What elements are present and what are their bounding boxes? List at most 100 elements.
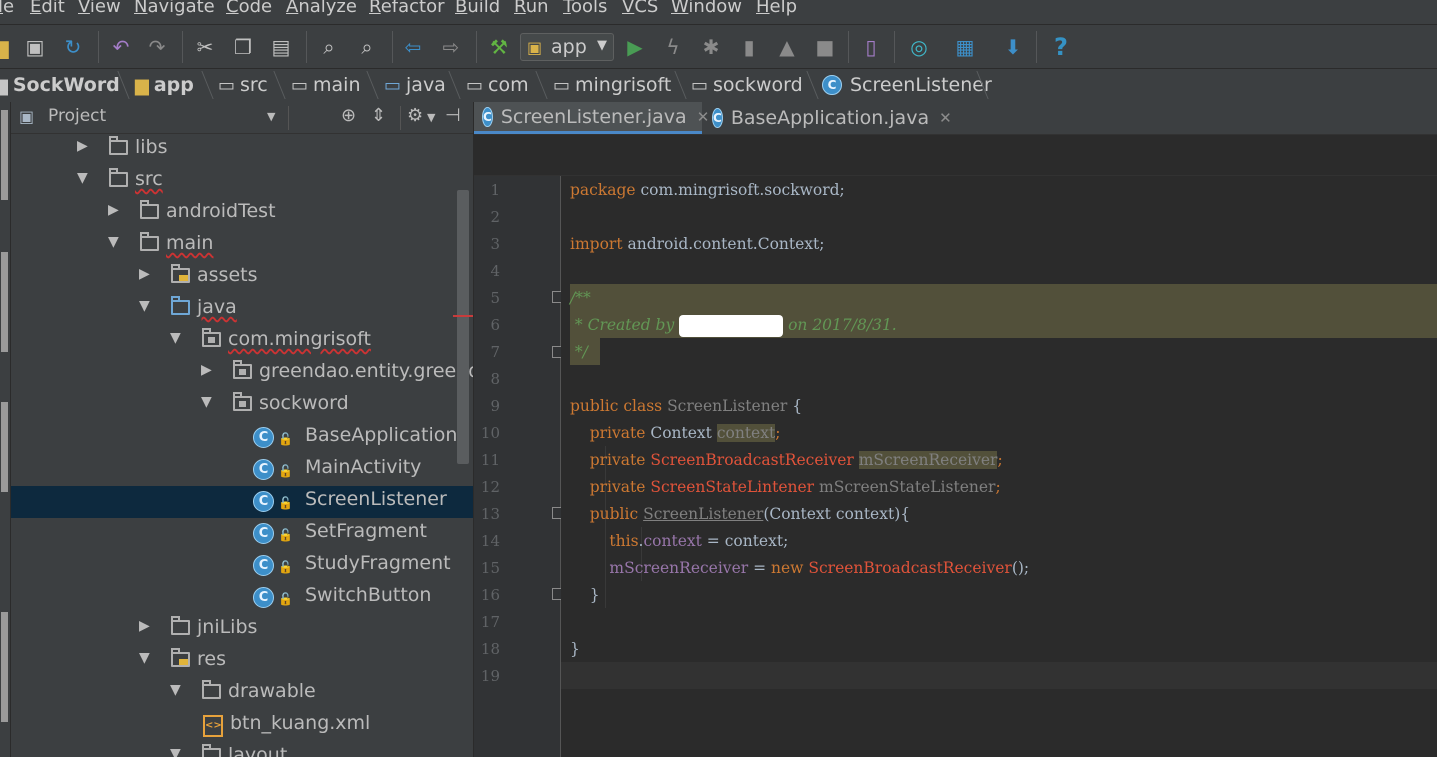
tree-item[interactable]: ▼ layout — [11, 742, 473, 757]
menu-vcs[interactable]: VCS — [622, 0, 658, 17]
collapse-arrow-icon[interactable]: ▶ — [139, 266, 150, 282]
favorites-tool-button[interactable] — [1, 612, 8, 722]
breadcrumb-item-project[interactable]: ▆ SockWord — [0, 73, 120, 97]
tree-item[interactable]: ▶ libs — [11, 134, 473, 166]
attach-debugger-icon[interactable]: ▲ — [774, 34, 800, 60]
gear-icon[interactable]: ⚙ — [407, 105, 423, 126]
tree-item[interactable]: C 🔓 ScreenListener — [11, 486, 473, 518]
debug-icon[interactable]: ✱ — [698, 34, 724, 60]
expand-arrow-icon[interactable]: ▼ — [201, 394, 212, 410]
run-icon[interactable]: ▶ — [622, 34, 648, 60]
expand-arrow-icon[interactable]: ▼ — [170, 330, 181, 346]
breadcrumb-item-com[interactable]: ▭ com — [466, 73, 529, 97]
tree-item-label: SwitchButton — [305, 584, 432, 606]
collapse-arrow-icon[interactable]: ▶ — [201, 362, 212, 378]
tree-item[interactable]: ▼ main — [11, 230, 473, 262]
tree-item[interactable]: C 🔓 SetFragment — [11, 518, 473, 550]
tree-item[interactable]: ▼ src — [11, 166, 473, 198]
menu-code[interactable]: Code — [226, 0, 272, 17]
menu-edit[interactable]: Edit — [30, 0, 65, 17]
tree-item-label: res — [197, 648, 226, 670]
tree-item[interactable]: ▶ jniLibs — [11, 614, 473, 646]
project-tool-button[interactable] — [1, 110, 8, 200]
scroll-from-source-icon[interactable]: ⊕ — [341, 105, 356, 126]
copy-icon[interactable]: ❐ — [230, 34, 256, 60]
tree-item[interactable]: ▼ drawable — [11, 678, 473, 710]
apply-changes-icon[interactable]: ϟ — [660, 34, 686, 60]
expand-arrow-icon[interactable]: ▼ — [170, 682, 181, 698]
tab-baseapplication[interactable]: C BaseApplication.java ✕ — [704, 102, 952, 134]
find-icon[interactable]: ⌕ — [316, 34, 342, 60]
tree-item[interactable]: ▼ res — [11, 646, 473, 678]
expand-arrow-icon[interactable]: ▼ — [139, 298, 150, 314]
tree-scrollbar[interactable] — [457, 190, 469, 464]
collapse-arrow-icon[interactable]: ▶ — [108, 202, 119, 218]
breadcrumb-item-src[interactable]: ▭ src — [218, 73, 268, 97]
menu-run[interactable]: Run — [514, 0, 549, 17]
tree-item[interactable]: ▼ com.mingrisoft — [11, 326, 473, 358]
tree-item[interactable]: C 🔓 StudyFragment — [11, 550, 473, 582]
forward-icon[interactable]: ⇨ — [438, 34, 464, 60]
run-configuration-select[interactable]: ▣ app ▼ — [520, 33, 614, 61]
menu-build[interactable]: Build — [455, 0, 500, 17]
tree-item[interactable]: ▶ androidTest — [11, 198, 473, 230]
project-view-title[interactable]: Project — [48, 106, 106, 126]
cut-icon[interactable]: ✂ — [192, 34, 218, 60]
collapse-all-icon[interactable]: ⇕ — [371, 105, 386, 126]
paste-icon[interactable]: ▤ — [268, 34, 294, 60]
project-view-icon: ▣ — [19, 107, 35, 126]
sync-gradle-icon[interactable]: ◎ — [906, 34, 932, 60]
code-editor[interactable]: package com.mingrisoft.sockword; import … — [561, 176, 1437, 757]
hide-panel-icon[interactable]: ⊣ — [445, 105, 461, 126]
tree-item-label: libs — [135, 136, 168, 158]
profile-icon[interactable]: ▮ — [736, 34, 762, 60]
tree-item[interactable]: ▼ java — [11, 294, 473, 326]
tree-item[interactable]: <> btn_kuang.xml — [11, 710, 473, 742]
avd-manager-icon[interactable]: ▯ — [858, 34, 884, 60]
stop-icon[interactable]: ■ — [812, 34, 838, 60]
sdk-manager-icon[interactable]: ⬇ — [1000, 34, 1026, 60]
folder-icon — [140, 200, 159, 219]
save-icon[interactable]: ▣ — [22, 34, 48, 60]
expand-arrow-icon[interactable]: ▼ — [77, 170, 88, 186]
breadcrumb-item-main[interactable]: ▭ main — [291, 73, 361, 97]
expand-arrow-icon[interactable]: ▼ — [170, 746, 181, 757]
breadcrumb-item-sockword[interactable]: ▭ sockword — [691, 73, 803, 97]
replace-icon[interactable]: ⌕ — [354, 34, 380, 60]
breadcrumb-item-mingrisoft[interactable]: ▭ mingrisoft — [553, 73, 671, 97]
tree-item[interactable]: C 🔓 SwitchButton — [11, 582, 473, 614]
help-icon[interactable]: ? — [1048, 34, 1074, 60]
tab-screenlistener[interactable]: C ScreenListener.java ✕ — [474, 102, 709, 134]
chevron-down-icon[interactable]: ▼ — [267, 110, 275, 123]
project-structure-icon[interactable]: ▦ — [952, 34, 978, 60]
menu-navigate[interactable]: Navigate — [134, 0, 215, 17]
menu-tools[interactable]: Tools — [563, 0, 607, 17]
package-icon: ▭ — [466, 74, 484, 96]
tree-item[interactable]: C 🔓 BaseApplication — [11, 422, 473, 454]
make-icon[interactable]: ⚒ — [486, 34, 512, 60]
back-icon[interactable]: ⇦ — [400, 34, 426, 60]
chevron-down-icon[interactable]: ▼ — [427, 111, 435, 124]
captures-tool-button[interactable] — [1, 402, 8, 492]
sync-icon[interactable]: ↻ — [60, 34, 86, 60]
tree-item[interactable]: ▼ sockword — [11, 390, 473, 422]
undo-icon[interactable]: ↶ — [108, 34, 134, 60]
tree-item[interactable]: ▶ greendao.entity.greenda — [11, 358, 473, 390]
expand-arrow-icon[interactable]: ▼ — [139, 650, 150, 666]
breadcrumb-item-module[interactable]: ▆ app — [135, 73, 194, 97]
menu-view[interactable]: View — [78, 0, 121, 17]
menu-help[interactable]: Help — [756, 0, 797, 17]
collapse-arrow-icon[interactable]: ▶ — [77, 138, 88, 154]
close-icon[interactable]: ✕ — [939, 109, 952, 127]
redo-icon[interactable]: ↷ — [144, 34, 170, 60]
structure-tool-button[interactable] — [1, 252, 8, 352]
menu-file[interactable]: le — [0, 0, 14, 17]
menu-window[interactable]: Window — [671, 0, 742, 17]
expand-arrow-icon[interactable]: ▼ — [108, 234, 119, 250]
menu-analyze[interactable]: Analyze — [286, 0, 357, 17]
open-icon[interactable]: ▆ — [0, 34, 14, 60]
menu-refactor[interactable]: Refactor — [369, 0, 445, 17]
tree-item[interactable]: C 🔓 MainActivity — [11, 454, 473, 486]
collapse-arrow-icon[interactable]: ▶ — [139, 618, 150, 634]
tree-item[interactable]: ▶ assets — [11, 262, 473, 294]
